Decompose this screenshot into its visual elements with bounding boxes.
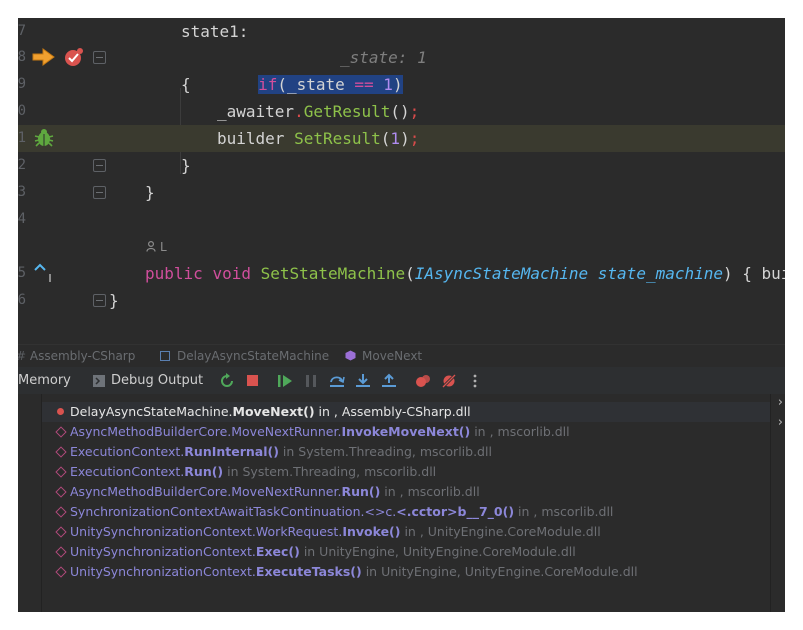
- frame-diamond-icon: [55, 526, 67, 538]
- fold-marker[interactable]: [93, 186, 106, 199]
- frame-text: DelayAsyncStateMachine.MoveNext() in , A…: [70, 404, 471, 419]
- code-line-10[interactable]: 0 _awaiter.GetResult();: [18, 98, 785, 125]
- code-line-8[interactable]: 8 if(_state == 1) _state: 1: [18, 44, 785, 94]
- line-number: 0: [18, 103, 26, 119]
- label-state1: state1:: [181, 22, 249, 41]
- frame-text: ExecutionContext.Run() in System.Threadi…: [70, 464, 437, 479]
- frame-diamond-icon: [55, 426, 67, 438]
- code-line-11-current[interactable]: 1 builder SetResult(1);: [18, 125, 785, 152]
- frames-panel: › › DelayAsyncStateMachine.MoveNext() in…: [18, 394, 785, 612]
- code-line-7[interactable]: 7 state1:: [18, 18, 785, 45]
- breadcrumb: # Assembly-CSharp DelayAsyncStateMachine…: [18, 344, 785, 367]
- ide-window: 7 state1: 8 if(_state == 1) _state: 1 9 …: [18, 18, 785, 612]
- more-icon[interactable]: [467, 373, 483, 389]
- line-number: 5: [18, 265, 26, 281]
- code-line-9[interactable]: 9 {: [18, 71, 785, 98]
- step-out-icon[interactable]: [381, 373, 397, 389]
- debug-toolbar: Memory Debug Output: [18, 367, 785, 395]
- stop-icon[interactable]: [245, 373, 261, 389]
- console-icon: [93, 375, 105, 387]
- resume-icon[interactable]: [277, 373, 293, 389]
- current-frame-icon: [57, 408, 64, 415]
- close-brace: }: [145, 183, 155, 202]
- frame-text: SynchronizationContextAwaitTaskContinuat…: [70, 504, 614, 519]
- method-icon: [345, 350, 356, 361]
- code-line-14[interactable]: 4: [18, 206, 785, 233]
- frame-text: AsyncMethodBuilderCore.MoveNextRunner.In…: [70, 424, 570, 439]
- set-result-call: SetResult: [294, 129, 381, 148]
- frame-text: ExecutionContext.RunInternal() in System…: [70, 444, 492, 459]
- line-number: 4: [18, 211, 26, 227]
- stack-frame-row[interactable]: AsyncMethodBuilderCore.MoveNextRunner.Ru…: [42, 482, 770, 502]
- tab-memory[interactable]: Memory: [18, 367, 71, 394]
- frame-text: UnitySynchronizationContext.WorkRequest.…: [70, 524, 601, 539]
- mute-breakpoints-icon[interactable]: [441, 373, 457, 389]
- inline-value-hint: _state: 1: [340, 48, 427, 67]
- frame-diamond-icon: [55, 546, 67, 558]
- code-line-12[interactable]: 2 }: [18, 152, 785, 179]
- line-number: 8: [18, 49, 26, 65]
- code-line-13[interactable]: 3 }: [18, 179, 785, 206]
- frame-diamond-icon: [55, 446, 67, 458]
- implements-icon[interactable]: [34, 262, 52, 282]
- code-line-16[interactable]: 6 }: [18, 287, 785, 314]
- close-brace: }: [181, 156, 191, 175]
- step-over-icon[interactable]: [329, 373, 345, 389]
- fold-marker[interactable]: [93, 294, 106, 307]
- execution-arrow-icon[interactable]: [32, 48, 56, 66]
- line-number: 6: [18, 292, 26, 308]
- line-number: 1: [18, 130, 26, 146]
- breadcrumb-assembly[interactable]: # Assembly-CSharp: [18, 345, 135, 367]
- chevron-right-icon[interactable]: ›: [778, 395, 783, 410]
- stack-frame-row[interactable]: SynchronizationContextAwaitTaskContinuat…: [42, 502, 770, 522]
- view-breakpoints-icon[interactable]: [415, 373, 431, 389]
- frame-diamond-icon: [55, 486, 67, 498]
- code-editor[interactable]: 7 state1: 8 if(_state == 1) _state: 1 9 …: [18, 18, 785, 344]
- stack-frame-row[interactable]: AsyncMethodBuilderCore.MoveNextRunner.In…: [42, 422, 770, 442]
- rerun-icon[interactable]: [219, 373, 235, 389]
- fold-marker[interactable]: [93, 51, 106, 64]
- fold-marker[interactable]: [93, 159, 106, 172]
- stack-frame-row[interactable]: ExecutionContext.Run() in System.Threadi…: [42, 462, 770, 482]
- line-number: 3: [18, 184, 26, 200]
- stack-frame-row[interactable]: DelayAsyncStateMachine.MoveNext() in , A…: [42, 402, 770, 422]
- stack-frame-row[interactable]: UnitySynchronizationContext.Exec() in Un…: [42, 542, 770, 562]
- frame-text: UnitySynchronizationContext.ExecuteTasks…: [70, 564, 638, 579]
- bug-icon: [34, 129, 54, 147]
- frames-side-strip: › ›: [770, 394, 785, 612]
- chevron-right-icon[interactable]: ›: [778, 415, 783, 430]
- code-line-15[interactable]: 5 public void SetStateMachine(IAsyncStat…: [18, 260, 785, 287]
- pause-icon[interactable]: [303, 373, 319, 389]
- frame-text: AsyncMethodBuilderCore.MoveNextRunner.Ru…: [70, 484, 480, 499]
- stack-frame-row[interactable]: ExecutionContext.RunInternal() in System…: [42, 442, 770, 462]
- open-brace: {: [181, 75, 191, 94]
- person-icon: [146, 241, 156, 252]
- step-into-icon[interactable]: [355, 373, 371, 389]
- frame-diamond-icon: [55, 566, 67, 578]
- frame-text: UnitySynchronizationContext.Exec() in Un…: [70, 544, 576, 559]
- close-brace: }: [109, 291, 119, 310]
- line-number: 2: [18, 157, 26, 173]
- line-number: 7: [18, 23, 26, 39]
- line-number: 9: [18, 76, 26, 92]
- get-result-call: GetResult: [303, 102, 391, 121]
- set-state-machine-method: SetStateMachine: [260, 264, 406, 283]
- breakpoint-icon[interactable]: [64, 47, 84, 67]
- frame-diamond-icon: [55, 466, 67, 478]
- stack-frame-row[interactable]: UnitySynchronizationContext.WorkRequest.…: [42, 522, 770, 542]
- class-icon: [160, 351, 170, 361]
- frames-gutter: [18, 394, 42, 612]
- stack-frame-row[interactable]: UnitySynchronizationContext.ExecuteTasks…: [42, 562, 770, 582]
- frame-diamond-icon: [55, 506, 67, 518]
